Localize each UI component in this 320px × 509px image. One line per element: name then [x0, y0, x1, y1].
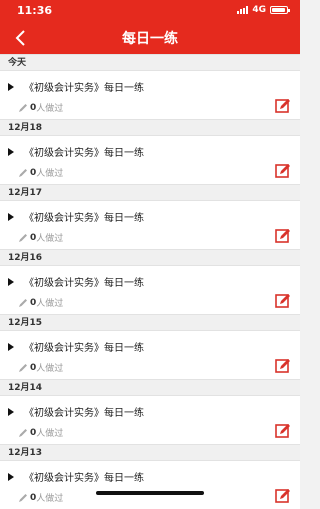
signal-icon — [237, 6, 249, 14]
date-header: 12月17 — [0, 184, 300, 201]
expand-triangle-icon — [8, 147, 14, 156]
page-title: 每日一练 — [122, 31, 178, 47]
date-group: 12月16 《初级会计实务》每日一练 0 人做过 — [0, 249, 300, 314]
done-suffix: 人做过 — [36, 234, 64, 244]
date-header: 12月16 — [0, 249, 300, 266]
edit-square-icon[interactable] — [275, 488, 291, 504]
edit-square-icon[interactable] — [275, 358, 291, 374]
edit-square-icon[interactable] — [275, 98, 291, 114]
status-time: 11:36 — [17, 4, 53, 17]
date-group: 12月15 《初级会计实务》每日一练 0 人做过 — [0, 314, 300, 379]
item-title: 《初级会计实务》每日一练 — [24, 408, 144, 419]
date-group: 12月17 《初级会计实务》每日一练 0 人做过 — [0, 184, 300, 249]
pencil-icon — [19, 493, 27, 502]
list-item[interactable]: 《初级会计实务》每日一练 0 人做过 — [0, 396, 300, 444]
home-indicator[interactable] — [96, 491, 204, 495]
done-suffix: 人做过 — [36, 299, 64, 309]
pencil-icon — [19, 103, 27, 112]
item-title: 《初级会计实务》每日一练 — [24, 278, 144, 289]
item-title: 《初级会计实务》每日一练 — [24, 343, 144, 354]
item-title: 《初级会计实务》每日一练 — [24, 473, 144, 484]
date-group: 12月14 《初级会计实务》每日一练 0 人做过 — [0, 379, 300, 444]
date-header: 12月15 — [0, 314, 300, 331]
pencil-icon — [19, 428, 27, 437]
item-title: 《初级会计实务》每日一练 — [24, 83, 144, 94]
date-group: 今天 《初级会计实务》每日一练 0 人做过 — [0, 54, 300, 119]
network-label: 4G — [252, 5, 266, 15]
list-item[interactable]: 《初级会计实务》每日一练 0 人做过 — [0, 201, 300, 249]
pencil-icon — [19, 298, 27, 307]
list-item[interactable]: 《初级会计实务》每日一练 0 人做过 — [0, 266, 300, 314]
pencil-icon — [19, 363, 27, 372]
date-header: 12月14 — [0, 379, 300, 396]
list-item[interactable]: 《初级会计实务》每日一练 0 人做过 — [0, 461, 300, 509]
expand-triangle-icon — [8, 277, 14, 286]
pencil-icon — [19, 168, 27, 177]
done-suffix: 人做过 — [36, 169, 64, 179]
date-group: 12月18 《初级会计实务》每日一练 0 人做过 — [0, 119, 300, 184]
status-indicators: 4G — [237, 5, 290, 15]
list-item[interactable]: 《初级会计实务》每日一练 0 人做过 — [0, 136, 300, 184]
practice-list: 今天 《初级会计实务》每日一练 0 人做过 12月18 《初级会计实务》每日一练 … — [0, 54, 300, 509]
date-group: 12月13 《初级会计实务》每日一练 0 人做过 — [0, 444, 300, 509]
date-header: 今天 — [0, 54, 300, 71]
app-header: 11:36 4G 每日一练 — [0, 0, 300, 54]
done-suffix: 人做过 — [36, 364, 64, 374]
edit-square-icon[interactable] — [275, 423, 291, 439]
item-title: 《初级会计实务》每日一练 — [24, 213, 144, 224]
expand-triangle-icon — [8, 82, 14, 91]
status-bar: 11:36 4G — [0, 0, 300, 22]
edit-square-icon[interactable] — [275, 228, 291, 244]
pencil-icon — [19, 233, 27, 242]
date-header: 12月13 — [0, 444, 300, 461]
battery-icon — [270, 6, 290, 14]
expand-triangle-icon — [8, 407, 14, 416]
edit-square-icon[interactable] — [275, 163, 291, 179]
expand-triangle-icon — [8, 212, 14, 221]
done-suffix: 人做过 — [36, 494, 64, 504]
nav-bar: 每日一练 — [0, 22, 300, 54]
done-suffix: 人做过 — [36, 429, 64, 439]
list-item[interactable]: 《初级会计实务》每日一练 0 人做过 — [0, 71, 300, 119]
expand-triangle-icon — [8, 472, 14, 481]
date-header: 12月18 — [0, 119, 300, 136]
done-suffix: 人做过 — [36, 104, 64, 114]
edit-square-icon[interactable] — [275, 293, 291, 309]
list-item[interactable]: 《初级会计实务》每日一练 0 人做过 — [0, 331, 300, 379]
expand-triangle-icon — [8, 342, 14, 351]
item-title: 《初级会计实务》每日一练 — [24, 148, 144, 159]
